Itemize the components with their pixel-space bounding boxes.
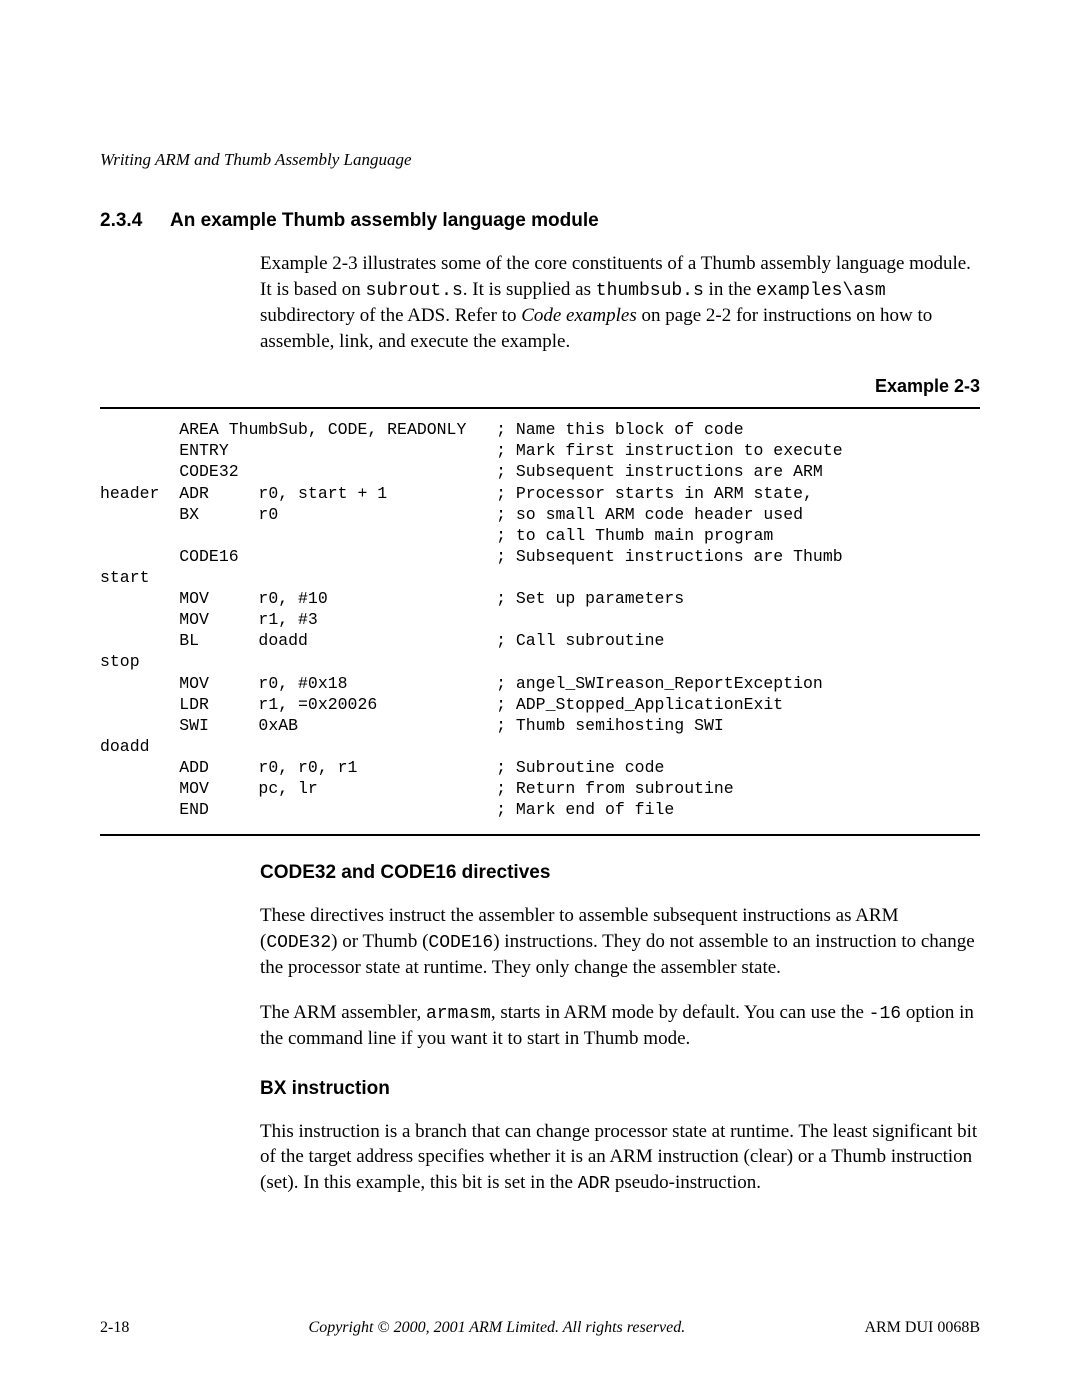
code-code32: CODE32: [266, 933, 331, 953]
section-number: 2.3.4: [100, 210, 170, 232]
code-adr: ADR: [578, 1174, 610, 1194]
footer-page-number: 2-18: [100, 1319, 129, 1337]
rule-top: [100, 407, 980, 409]
example-label: Example 2-3: [100, 376, 980, 397]
footer-copyright: Copyright © 2000, 2001 ARM Limited. All …: [309, 1319, 686, 1337]
intro-code-examples: examples\asm: [756, 281, 886, 301]
intro-code-subrout: subrout.s: [366, 281, 463, 301]
footer: 2-18 Copyright © 2000, 2001 ARM Limited.…: [100, 1319, 980, 1337]
running-head: Writing ARM and Thumb Assembly Language: [100, 150, 980, 170]
text: The ARM assembler,: [260, 1002, 426, 1023]
intro-paragraph: Example 2-3 illustrates some of the core…: [260, 251, 980, 354]
section-heading: 2.3.4An example Thumb assembly language …: [100, 210, 980, 232]
sub1-paragraph2: The ARM assembler, armasm, starts in ARM…: [260, 1000, 980, 1052]
intro-text: in the: [704, 279, 756, 300]
text: , starts in ARM mode by default. You can…: [491, 1002, 869, 1023]
text: pseudo-instruction.: [610, 1172, 761, 1193]
intro-ref: Code examples: [521, 305, 637, 326]
sub1-paragraph1: These directives instruct the assembler …: [260, 903, 980, 981]
subheading-bx: BX instruction: [260, 1078, 980, 1100]
intro-text: subdirectory of the ADS. Refer to: [260, 305, 521, 326]
subheading-code32: CODE32 and CODE16 directives: [260, 862, 980, 884]
section-title: An example Thumb assembly language modul…: [170, 210, 599, 231]
rule-bottom: [100, 834, 980, 836]
code-flag16: -16: [869, 1004, 901, 1024]
footer-docid: ARM DUI 0068B: [864, 1319, 980, 1337]
code-armasm: armasm: [426, 1004, 491, 1024]
intro-text: . It is supplied as: [463, 279, 596, 300]
code-code16: CODE16: [428, 933, 493, 953]
intro-code-thumbsub: thumbsub.s: [596, 281, 704, 301]
page: Writing ARM and Thumb Assembly Language …: [0, 0, 1080, 1397]
code-listing: AREA ThumbSub, CODE, READONLY ; Name thi…: [100, 419, 980, 820]
sub2-paragraph1: This instruction is a branch that can ch…: [260, 1119, 980, 1197]
text: ) or Thumb (: [331, 931, 428, 952]
